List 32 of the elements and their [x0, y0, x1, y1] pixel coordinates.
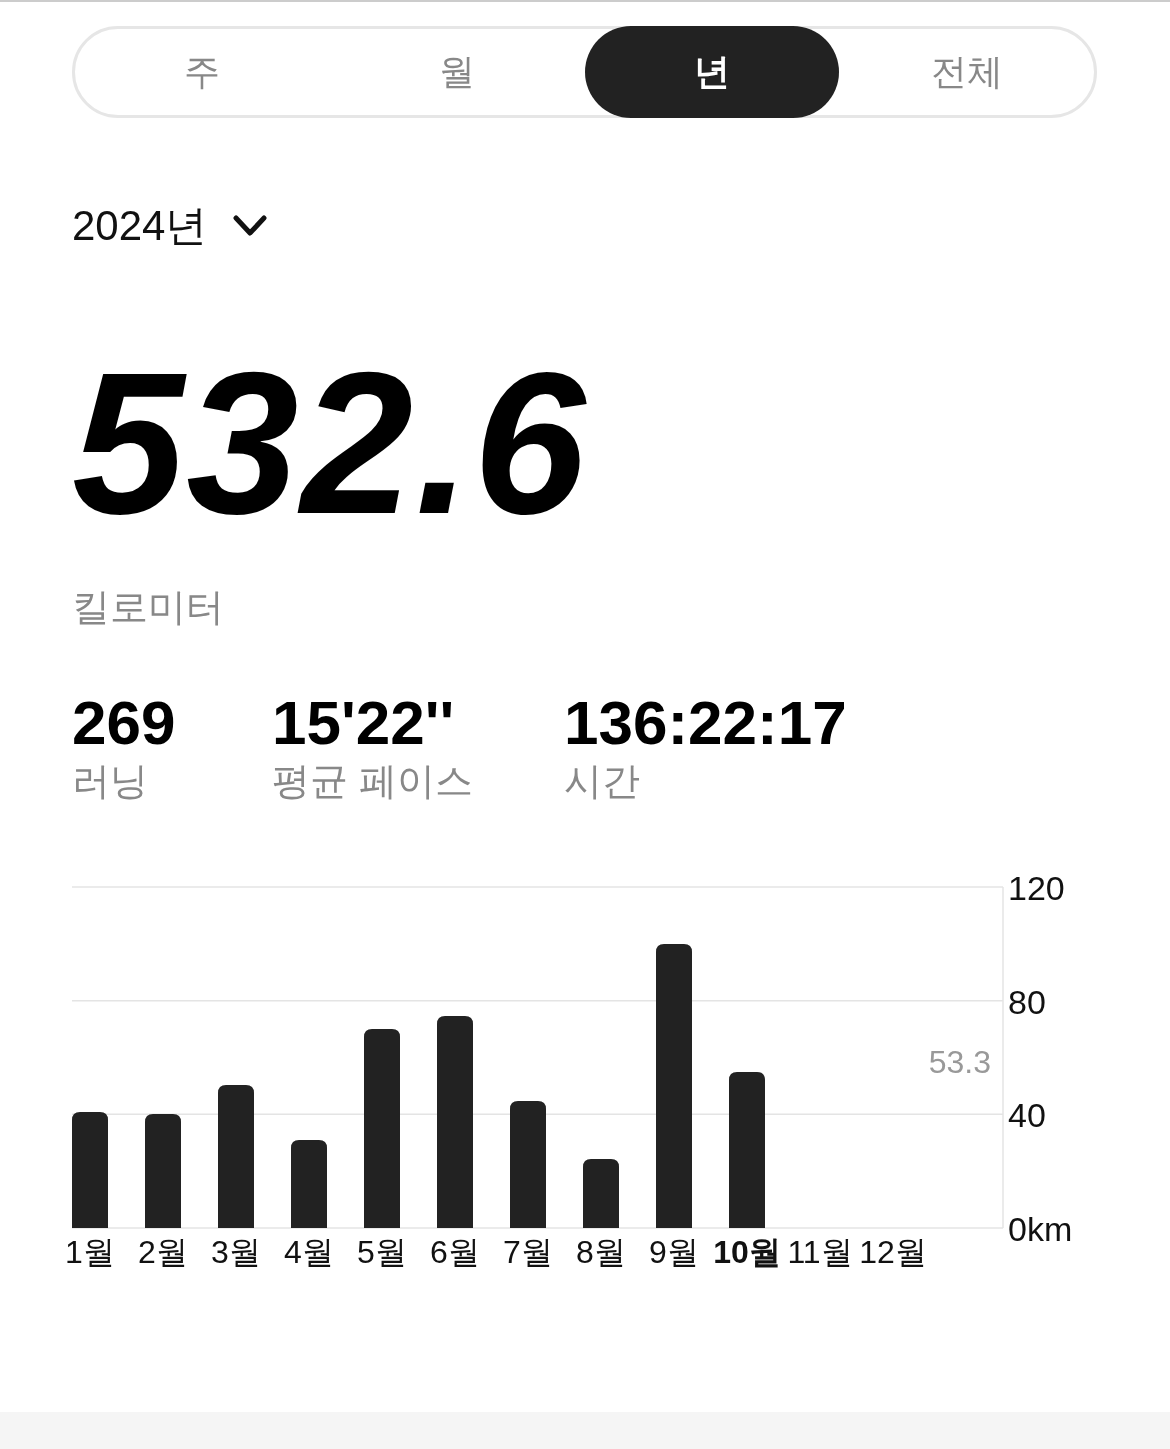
stat-value: 15'22''	[272, 689, 455, 758]
period-tab[interactable]: 월	[329, 26, 585, 118]
month-label: 11월	[787, 1233, 853, 1270]
total-distance: 532.6	[72, 342, 588, 544]
stat-label: 평균 페이스	[272, 759, 473, 805]
month-label: 1월	[65, 1233, 115, 1270]
y-axis-label: 0km	[1008, 1209, 1073, 1248]
stat-label: 시간	[564, 759, 640, 805]
month-label: 2월	[138, 1233, 188, 1270]
period-tab[interactable]: 전체	[839, 26, 1094, 118]
month-label: 7월	[503, 1233, 553, 1270]
month-bar	[583, 1158, 619, 1228]
month-label: 3월	[211, 1233, 261, 1270]
stat-value: 269	[72, 689, 176, 758]
month-label: 10월	[713, 1233, 781, 1270]
period-tab[interactable]: 주	[75, 26, 330, 118]
month-label: 8월	[576, 1233, 626, 1270]
month-label: 4월	[284, 1233, 334, 1270]
period-tab[interactable]: 년	[584, 26, 840, 118]
stat-label: 러닝	[72, 759, 148, 805]
month-label: 9월	[649, 1233, 699, 1270]
y-axis-label: 120	[1008, 868, 1065, 907]
month-label: 6월	[430, 1233, 480, 1270]
y-axis-label: 80	[1008, 982, 1046, 1021]
y-axis-label: 40	[1008, 1096, 1046, 1135]
month-label: 5월	[357, 1233, 407, 1270]
average-label: 53.3	[928, 1043, 991, 1080]
chevron-down-icon	[233, 215, 268, 237]
month-label: 12월	[859, 1233, 927, 1270]
distance-unit: 킬로미터	[72, 585, 225, 630]
year-dropdown[interactable]: 2024년	[72, 198, 268, 254]
stat-value: 136:22:17	[564, 689, 847, 758]
